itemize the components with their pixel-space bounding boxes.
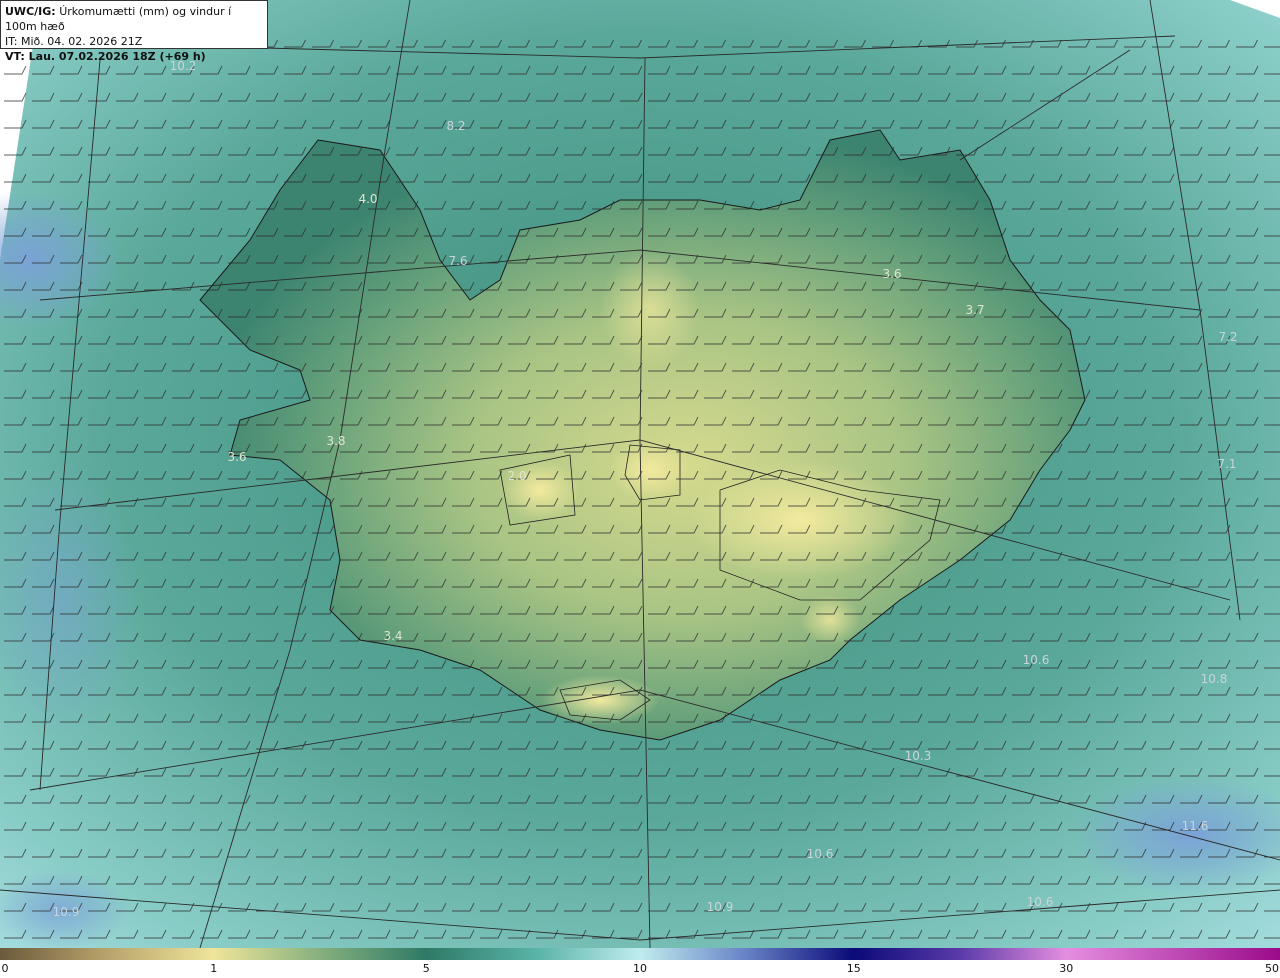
colorbar-tick-label: 5 [422,962,430,975]
value-label: 10.8 [1201,672,1228,686]
value-label: 4.0 [358,192,377,206]
value-label: 8.2 [446,119,465,133]
value-label: 3.6 [227,450,246,464]
valid-time: VT: Lau. 07.02.2026 18Z (+69 h) [5,50,206,63]
colorbar-gradient [0,948,1280,960]
value-label: 3.6 [882,267,901,281]
map-title-box: UWC/IG: Úrkomumætti (mm) og vindur í 100… [0,0,268,63]
value-label: 11.6 [1182,819,1209,833]
value-label: 3.4 [383,629,402,643]
value-label: 7.1 [1217,457,1236,471]
value-label: 7.6 [448,254,467,268]
colorbar-tick-label: 30 [1059,962,1074,975]
value-label: 3.7 [965,303,984,317]
colorbar-tick-label: 10 [633,962,647,975]
model-name: UWC/IG: [5,5,56,18]
colorbar-tick-label: 50 [1265,962,1279,975]
value-label: 2.0 [507,469,526,483]
value-label: 10.6 [1023,653,1050,667]
value-label: 10.6 [807,847,834,861]
value-label: 10.3 [905,749,932,763]
colorbar-tick-label: 15 [846,962,861,975]
precipitation-map: 10.28.24.07.63.63.77.23.83.62.07.13.410.… [0,0,1280,948]
colorbar-tick-label: 0 [1,962,9,975]
value-label: 10.9 [53,905,80,919]
colorbar: 0 1 5 10 15 30 50 [0,948,1280,978]
colorbar-tick-label: 1 [210,962,218,975]
value-label: 3.8 [326,434,345,448]
value-label: 10.6 [1027,895,1054,909]
value-label: 10.9 [707,900,734,914]
wind-barbs-layer [0,40,1280,940]
issue-time: IT: Mið. 04. 02. 2026 21Z [5,35,143,48]
value-label: 7.2 [1218,330,1237,344]
